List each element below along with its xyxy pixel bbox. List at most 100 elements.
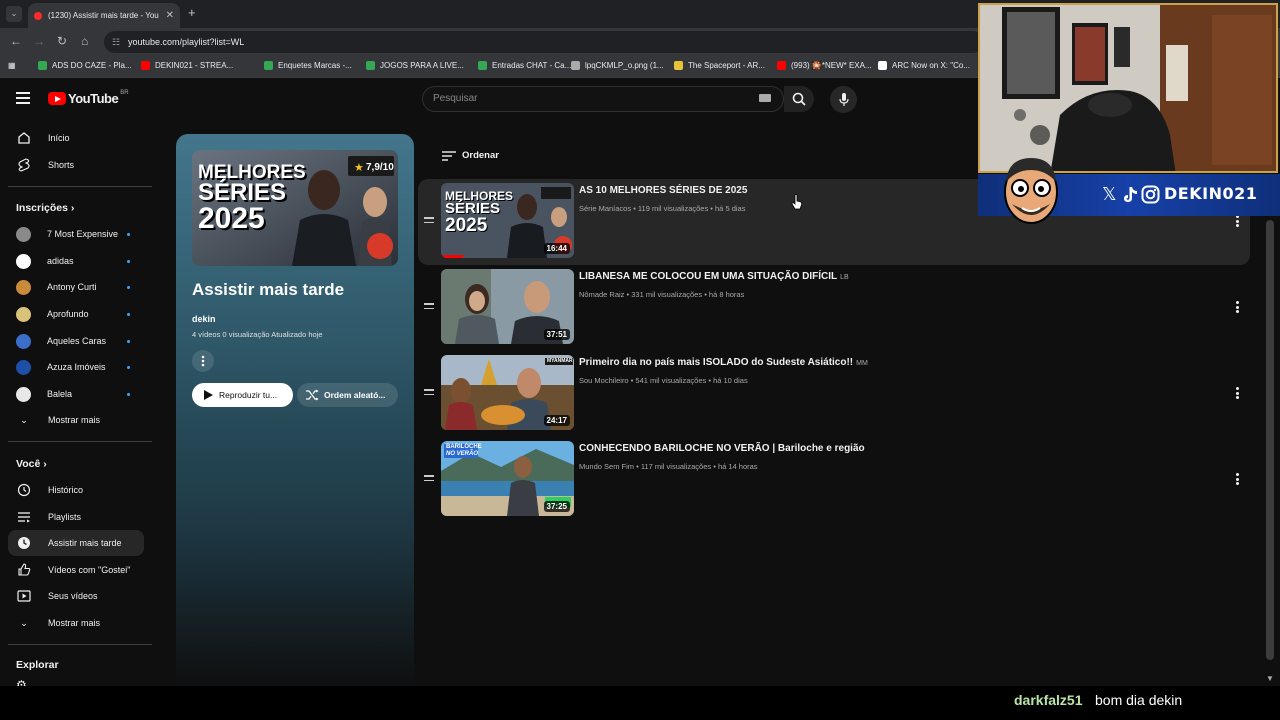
x-twitter-icon: 𝕏 — [1102, 184, 1117, 205]
video-row[interactable]: BARILOCHE NO VERÃO 37:25 CONHECENDO BARI… — [418, 437, 1250, 523]
back-icon[interactable]: ← — [10, 34, 22, 48]
bookmark-item[interactable]: JOGOS PARA A LIVE... — [366, 61, 464, 70]
sidebar-item-label: Aprofundo — [47, 309, 89, 319]
drag-handle-icon[interactable] — [424, 303, 434, 312]
sidebar-item-home[interactable]: Início — [8, 125, 144, 151]
video-channel[interactable]: Mundo Sem Fim — [579, 462, 634, 471]
video-meta: Série Maníacos • 119 mil visualizações •… — [579, 204, 746, 213]
search-input[interactable]: Pesquisar — [422, 86, 784, 112]
video-row[interactable]: 37:51 LIBANESA ME COLOCOU EM UMA SITUAÇÃ… — [418, 265, 1250, 351]
play-all-button[interactable]: Reproduzir tu... — [192, 383, 293, 407]
page-scrollbar[interactable] — [1266, 220, 1274, 660]
drag-handle-icon[interactable] — [424, 217, 434, 226]
bookmark-item[interactable]: ADS DO CAZE - Pla... — [38, 61, 132, 70]
address-bar[interactable]: ☷ youtube.com/playlist?list=WL — [104, 31, 984, 53]
video-title[interactable]: LIBANESA ME COLOCOU EM UMA SITUAÇÃO DIFÍ… — [579, 271, 849, 282]
bookmark-item[interactable]: lpqCKMLP_o.png (1... — [571, 61, 664, 70]
history-icon — [16, 483, 32, 497]
video-channel[interactable]: Série Maníacos — [579, 204, 631, 213]
sidebar-item-label: Mostrar mais — [48, 415, 101, 425]
shuffle-button[interactable]: Ordem aleató... — [297, 383, 398, 407]
video-title[interactable]: Primeiro dia no país mais ISOLADO do Sud… — [579, 357, 868, 368]
video-channel[interactable]: Nômade Raiz — [579, 290, 624, 299]
video-meta: Nômade Raiz • 331 mil visualizações • há… — [579, 290, 745, 299]
bookmark-item[interactable]: Entradas CHAT - Ca... — [478, 61, 571, 70]
video-title[interactable]: AS 10 MELHORES SÉRIES DE 2025 — [579, 185, 747, 196]
keyboard-icon[interactable] — [759, 94, 771, 102]
bookmark-item[interactable]: DEKIN021 - STREA... — [141, 61, 233, 70]
sidebar-item-history[interactable]: Histórico — [8, 477, 144, 503]
video-more-options-icon[interactable] — [1236, 215, 1240, 229]
bookmark-favicon-icon — [878, 61, 887, 70]
sidebar-item-your-videos[interactable]: Seus vídeos — [8, 583, 144, 609]
sidebar-item-shorts[interactable]: Shorts — [8, 152, 144, 178]
avatar — [16, 333, 31, 349]
new-content-dot — [127, 366, 130, 369]
home-browser-icon[interactable]: ⌂ — [81, 34, 88, 48]
sidebar-item-subscription[interactable]: Azuza Imóveis — [8, 354, 144, 380]
sidebar-item-subscription[interactable]: Aprofundo — [8, 301, 144, 327]
sidebar-divider — [8, 186, 152, 187]
sidebar-show-more[interactable]: ⌄ Mostrar mais — [8, 407, 144, 433]
new-content-dot — [127, 286, 130, 289]
voice-search-button[interactable] — [830, 86, 857, 113]
avatar — [16, 226, 31, 242]
like-icon — [16, 563, 32, 577]
scroll-down-arrow-icon[interactable]: ▼ — [1266, 674, 1274, 683]
sidebar-item-subscription[interactable]: Antony Curti — [8, 274, 144, 300]
sidebar-item-subscription[interactable]: Aqueles Caras — [8, 328, 144, 354]
sort-button[interactable]: Ordenar — [442, 150, 499, 161]
youtube-logo[interactable]: YouTube BR — [48, 89, 129, 106]
sidebar-item-subscription[interactable]: adidas — [8, 248, 144, 274]
sidebar-item-subscription[interactable]: Balela — [8, 381, 144, 407]
site-info-icon[interactable]: ☷ — [112, 31, 120, 53]
search-button[interactable] — [784, 86, 814, 112]
bookmark-item[interactable]: The Spaceport - AR... — [674, 61, 765, 70]
video-row[interactable]: MYANMAR 24:17 Primeiro dia no país mais … — [418, 351, 1250, 437]
bookmark-favicon-icon — [38, 61, 47, 70]
drag-handle-icon[interactable] — [424, 389, 434, 398]
bookmark-label: lpqCKMLP_o.png (1... — [585, 61, 664, 70]
sidebar-item-label: Shorts — [48, 160, 75, 170]
sidebar-show-more[interactable]: ⌄ Mostrar mais — [8, 610, 144, 636]
video-more-options-icon[interactable] — [1236, 387, 1240, 401]
video-thumbnail[interactable]: MYANMAR 24:17 — [441, 355, 574, 430]
sidebar-item-playlists[interactable]: Playlists — [8, 504, 144, 530]
country-code: BR — [120, 89, 129, 96]
sidebar-item-subscription[interactable]: 7 Most Expensive — [8, 221, 144, 247]
youtube-play-logo-icon — [48, 92, 66, 105]
forward-icon[interactable]: → — [33, 34, 45, 48]
sidebar-item-liked-videos[interactable]: Vídeos com "Gostei" — [8, 557, 144, 583]
bookmark-item[interactable]: (993) 🎇*NEW* EXA... — [777, 61, 872, 70]
video-thumbnail[interactable]: MELHORES SÉRIES 2025 16:44 — [441, 183, 574, 258]
chat-username: darkfalz51 — [1014, 692, 1083, 708]
avatar — [16, 386, 31, 402]
video-channel[interactable]: Sou Mochileiro — [579, 376, 629, 385]
bookmark-item[interactable]: ARC Now on X: "Co... — [878, 61, 970, 70]
sidebar-item-watch-later[interactable]: Assistir mais tarde — [8, 530, 144, 556]
new-tab-icon[interactable]: + — [188, 5, 196, 20]
close-tab-icon[interactable]: ✕ — [166, 10, 174, 21]
browser-tab[interactable]: (1230) Assistir mais tarde - You ✕ — [28, 3, 180, 28]
sidebar-item-label: Mostrar mais — [48, 618, 101, 628]
video-duration: 37:51 — [543, 329, 570, 340]
menu-icon[interactable] — [16, 92, 30, 107]
you-heading[interactable]: Você › — [16, 458, 47, 470]
sidebar-item-label: Histórico — [48, 485, 84, 495]
bookmark-item[interactable]: Enquetes Marcas -... — [264, 61, 352, 70]
bookmark-favicon-icon — [674, 61, 683, 70]
playlist-thumbnail[interactable]: ★ 7,9/10 MELHORES SÉRIES 2025 — [192, 150, 398, 266]
video-thumbnail[interactable]: 37:51 — [441, 269, 574, 344]
apps-grid-icon[interactable]: ▦ — [8, 61, 16, 70]
subscriptions-heading[interactable]: Inscrições › — [16, 202, 74, 214]
video-title[interactable]: CONHECENDO BARILOCHE NO VERÃO | Bariloch… — [579, 443, 865, 454]
drag-handle-icon[interactable] — [424, 475, 434, 484]
video-thumbnail[interactable]: BARILOCHE NO VERÃO 37:25 — [441, 441, 574, 516]
playlist-owner[interactable]: dekin — [192, 314, 216, 324]
reload-icon[interactable]: ↻ — [57, 34, 67, 48]
video-more-options-icon[interactable] — [1236, 301, 1240, 315]
playlist-more-options-button[interactable] — [192, 350, 214, 372]
video-more-options-icon[interactable] — [1236, 473, 1240, 487]
tab-search-chevron-icon[interactable]: ⌄ — [6, 6, 22, 22]
title-flag-tag: LB — [840, 274, 849, 281]
